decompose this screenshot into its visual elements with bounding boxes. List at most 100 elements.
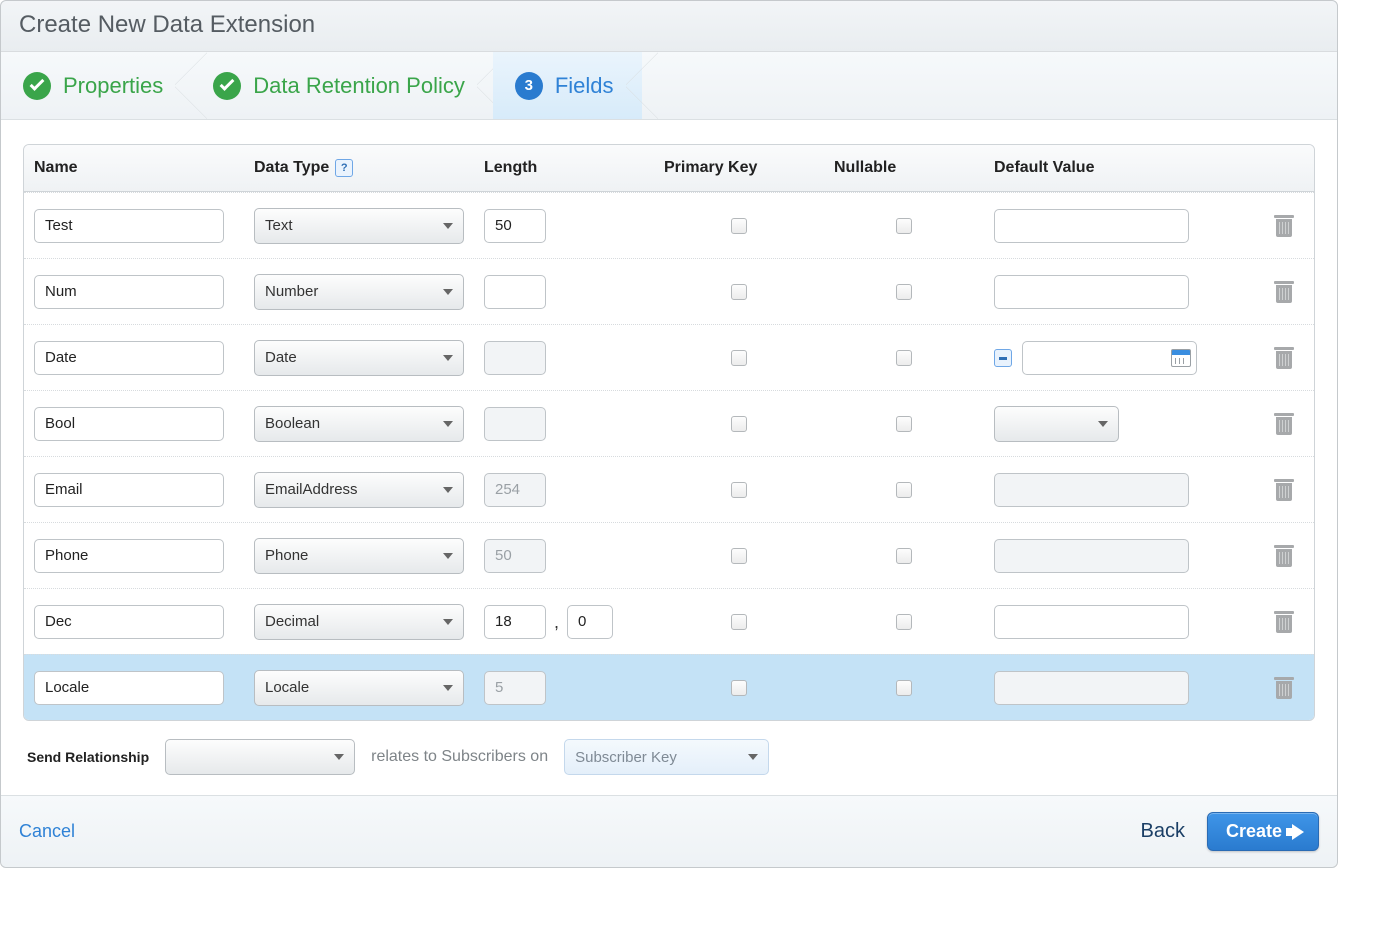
field-name-input[interactable] bbox=[34, 275, 224, 309]
default-value-dropdown[interactable] bbox=[994, 406, 1119, 442]
nullable-checkbox[interactable] bbox=[896, 218, 912, 234]
field-name-input[interactable] bbox=[34, 407, 224, 441]
col-name: Name bbox=[24, 145, 244, 191]
delete-row-button[interactable] bbox=[1274, 545, 1294, 567]
modal-title: Create New Data Extension bbox=[19, 11, 315, 38]
calendar-icon[interactable] bbox=[1171, 349, 1191, 367]
nullable-checkbox[interactable] bbox=[896, 614, 912, 630]
nullable-checkbox[interactable] bbox=[896, 680, 912, 696]
nullable-checkbox[interactable] bbox=[896, 284, 912, 300]
nullable-checkbox[interactable] bbox=[896, 350, 912, 366]
decimal-separator: , bbox=[552, 612, 561, 639]
subscriber-key-value: Subscriber Key bbox=[575, 749, 677, 766]
help-icon[interactable]: ? bbox=[335, 159, 353, 177]
date-default-toggle[interactable] bbox=[994, 349, 1012, 367]
delete-row-button[interactable] bbox=[1274, 281, 1294, 303]
relates-to-label: relates to Subscribers on bbox=[371, 748, 548, 766]
field-name-input[interactable] bbox=[34, 209, 224, 243]
length-input[interactable] bbox=[484, 605, 546, 639]
data-type-dropdown[interactable]: Date bbox=[254, 340, 464, 376]
chevron-down-icon bbox=[443, 685, 453, 691]
field-name-input[interactable] bbox=[34, 473, 224, 507]
primary-key-checkbox[interactable] bbox=[731, 218, 747, 234]
field-row[interactable]: Date bbox=[24, 324, 1314, 390]
delete-row-button[interactable] bbox=[1274, 611, 1294, 633]
data-type-dropdown[interactable]: Number bbox=[254, 274, 464, 310]
primary-key-checkbox[interactable] bbox=[731, 614, 747, 630]
data-type-dropdown[interactable]: Boolean bbox=[254, 406, 464, 442]
delete-row-button[interactable] bbox=[1274, 215, 1294, 237]
field-name-input[interactable] bbox=[34, 539, 224, 573]
back-button[interactable]: Back bbox=[1141, 820, 1185, 843]
arrow-right-icon bbox=[1292, 824, 1304, 840]
primary-key-checkbox[interactable] bbox=[731, 350, 747, 366]
field-name-input[interactable] bbox=[34, 605, 224, 639]
chevron-down-icon bbox=[443, 619, 453, 625]
field-row[interactable]: Text bbox=[24, 192, 1314, 258]
col-default: Default Value bbox=[984, 145, 1254, 191]
col-length: Length bbox=[474, 145, 654, 191]
default-value-input[interactable] bbox=[994, 605, 1189, 639]
fields-table: Name Data Type ? Length Primary Key Null… bbox=[23, 144, 1315, 721]
check-icon bbox=[213, 72, 241, 100]
field-row[interactable]: Number bbox=[24, 258, 1314, 324]
wizard-step-fields[interactable]: 3 Fields bbox=[493, 52, 642, 119]
col-primary-key: Primary Key bbox=[654, 145, 824, 191]
col-actions bbox=[1254, 145, 1314, 191]
wizard-step-label: Data Retention Policy bbox=[253, 73, 465, 99]
length-input bbox=[484, 671, 546, 705]
primary-key-checkbox[interactable] bbox=[731, 416, 747, 432]
field-row[interactable]: Phone bbox=[24, 522, 1314, 588]
default-value-input bbox=[994, 539, 1189, 573]
wizard-step-retention[interactable]: Data Retention Policy bbox=[191, 52, 493, 119]
data-type-value: Boolean bbox=[265, 415, 320, 432]
default-value-input[interactable] bbox=[994, 275, 1189, 309]
create-button[interactable]: Create bbox=[1207, 812, 1319, 851]
chevron-down-icon bbox=[1098, 421, 1108, 427]
create-button-label: Create bbox=[1226, 821, 1282, 842]
check-icon bbox=[23, 72, 51, 100]
default-value-input bbox=[994, 473, 1189, 507]
primary-key-checkbox[interactable] bbox=[731, 680, 747, 696]
chevron-down-icon bbox=[443, 289, 453, 295]
nullable-checkbox[interactable] bbox=[896, 548, 912, 564]
field-row[interactable]: Locale bbox=[24, 654, 1314, 720]
chevron-down-icon bbox=[443, 487, 453, 493]
field-name-input[interactable] bbox=[34, 341, 224, 375]
field-row[interactable]: Boolean bbox=[24, 390, 1314, 456]
modal-title-bar: Create New Data Extension bbox=[1, 1, 1337, 52]
primary-key-checkbox[interactable] bbox=[731, 482, 747, 498]
data-type-value: Locale bbox=[265, 679, 309, 696]
send-relationship-row: Send Relationship relates to Subscribers… bbox=[23, 721, 1315, 785]
cancel-link[interactable]: Cancel bbox=[19, 821, 75, 841]
data-type-dropdown[interactable]: Decimal bbox=[254, 604, 464, 640]
data-type-value: Text bbox=[265, 217, 293, 234]
delete-row-button[interactable] bbox=[1274, 413, 1294, 435]
length-input[interactable] bbox=[484, 209, 546, 243]
field-row[interactable]: EmailAddress bbox=[24, 456, 1314, 522]
delete-row-button[interactable] bbox=[1274, 677, 1294, 699]
chevron-down-icon bbox=[443, 223, 453, 229]
data-type-dropdown[interactable]: EmailAddress bbox=[254, 472, 464, 508]
data-type-dropdown[interactable]: Locale bbox=[254, 670, 464, 706]
wizard-step-properties[interactable]: Properties bbox=[1, 52, 191, 119]
data-type-dropdown[interactable]: Phone bbox=[254, 538, 464, 574]
subscriber-key-dropdown[interactable]: Subscriber Key bbox=[564, 739, 769, 775]
primary-key-checkbox[interactable] bbox=[731, 284, 747, 300]
nullable-checkbox[interactable] bbox=[896, 482, 912, 498]
length-input[interactable] bbox=[484, 275, 546, 309]
field-name-input[interactable] bbox=[34, 671, 224, 705]
default-value-input[interactable] bbox=[994, 209, 1189, 243]
chevron-down-icon bbox=[443, 421, 453, 427]
nullable-checkbox[interactable] bbox=[896, 416, 912, 432]
fields-table-header: Name Data Type ? Length Primary Key Null… bbox=[24, 145, 1314, 192]
col-nullable: Nullable bbox=[824, 145, 984, 191]
data-type-dropdown[interactable]: Text bbox=[254, 208, 464, 244]
chevron-down-icon bbox=[443, 355, 453, 361]
primary-key-checkbox[interactable] bbox=[731, 548, 747, 564]
delete-row-button[interactable] bbox=[1274, 479, 1294, 501]
scale-input[interactable] bbox=[567, 605, 613, 639]
send-relationship-field-dropdown[interactable] bbox=[165, 739, 355, 775]
delete-row-button[interactable] bbox=[1274, 347, 1294, 369]
field-row[interactable]: Decimal, bbox=[24, 588, 1314, 654]
